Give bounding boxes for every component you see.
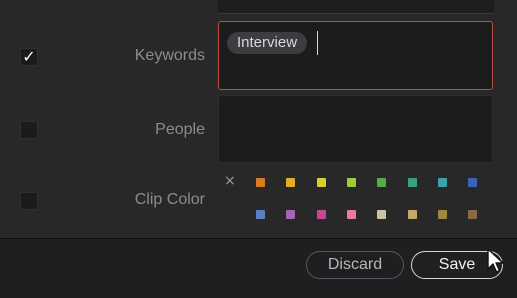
color-swatch[interactable] <box>286 178 295 187</box>
keywords-checkbox[interactable]: ✓ <box>20 48 38 66</box>
people-label: People <box>155 121 205 138</box>
color-swatch[interactable] <box>347 210 356 219</box>
people-checkbox[interactable] <box>20 121 38 139</box>
color-swatch[interactable] <box>256 178 265 187</box>
color-swatch[interactable] <box>256 210 265 219</box>
color-swatch[interactable] <box>408 178 417 187</box>
discard-button[interactable]: Discard <box>306 251 404 279</box>
color-swatch[interactable] <box>317 178 326 187</box>
color-swatch[interactable] <box>377 210 386 219</box>
keyword-tag[interactable]: Interview <box>227 32 308 54</box>
color-swatch[interactable] <box>347 178 356 187</box>
color-swatch[interactable] <box>438 178 447 187</box>
color-swatch[interactable] <box>317 210 326 219</box>
metadata-panel: ✓ Keywords Interview People Clip Color × <box>0 0 517 238</box>
color-swatch[interactable] <box>468 178 477 187</box>
clip-color-checkbox[interactable] <box>20 192 38 210</box>
text-caret <box>317 31 318 55</box>
color-swatch[interactable] <box>468 210 477 219</box>
keywords-field[interactable]: Interview <box>218 21 493 90</box>
color-swatch[interactable] <box>377 178 386 187</box>
keywords-label: Keywords <box>134 47 205 64</box>
color-swatch[interactable] <box>408 210 417 219</box>
people-field[interactable] <box>218 95 493 163</box>
clear-color-icon[interactable]: × <box>224 173 236 189</box>
color-swatch[interactable] <box>286 210 295 219</box>
previous-field-edge <box>218 0 494 14</box>
mouse-pointer-icon <box>487 248 504 273</box>
color-swatch[interactable] <box>438 210 447 219</box>
footer-bar: Discard Save <box>0 238 517 298</box>
clip-color-label: Clip Color <box>134 191 205 208</box>
